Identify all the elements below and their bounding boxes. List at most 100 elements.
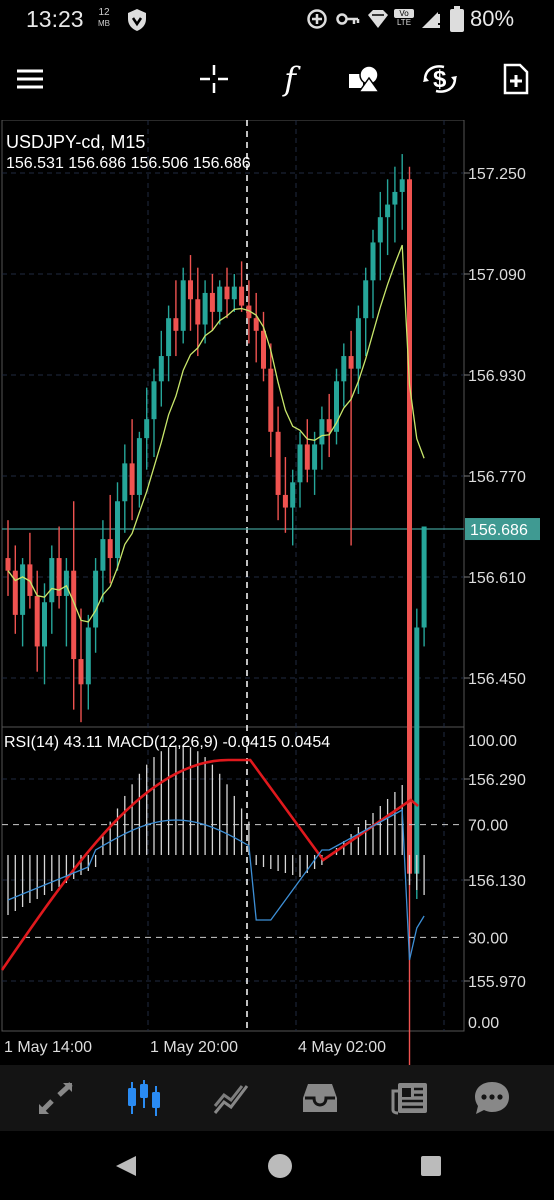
crosshair-icon xyxy=(200,65,228,93)
signal-icon xyxy=(422,12,440,28)
speed-value: 12 xyxy=(98,7,110,18)
chart-symbol-timeframe: USDJPY-cd, M15 xyxy=(6,132,146,152)
macd-signal-line xyxy=(0,758,419,971)
bull-candle xyxy=(20,564,26,615)
new-order-icon xyxy=(503,63,529,95)
indicator-level-label: 30.00 xyxy=(468,930,508,947)
bear-candle xyxy=(107,539,113,559)
objects-button[interactable] xyxy=(334,38,394,120)
time-label: 4 May 02:00 xyxy=(298,1039,386,1056)
price-label: 155.970 xyxy=(468,974,526,991)
price-label: 156.450 xyxy=(468,671,526,688)
new-order-button[interactable] xyxy=(486,38,546,120)
bull-candle xyxy=(217,286,223,312)
nav-quotes[interactable] xyxy=(16,1065,96,1131)
nav-chart[interactable] xyxy=(104,1065,184,1131)
bull-candle xyxy=(115,501,120,559)
bull-candle xyxy=(414,627,420,874)
bear-candle xyxy=(195,299,201,325)
indicators-icon: f xyxy=(284,60,296,98)
bear-candle xyxy=(209,292,215,312)
bull-candle xyxy=(290,482,296,508)
bear-candle xyxy=(239,286,245,306)
bull-candle xyxy=(144,419,150,439)
chart-icon xyxy=(128,1080,160,1116)
svg-text:$: $ xyxy=(433,66,447,93)
bull-candle xyxy=(421,526,427,628)
bull-candle xyxy=(312,444,318,470)
bear-candle xyxy=(188,280,193,300)
bull-candle xyxy=(100,539,106,571)
trade-nav-icon xyxy=(213,1085,249,1114)
price-label: 156.930 xyxy=(468,368,526,385)
price-label: 156.290 xyxy=(468,772,526,789)
bear-candle xyxy=(253,318,259,331)
candlesticks xyxy=(5,154,427,1065)
bull-candle xyxy=(122,463,128,502)
indicator-label: RSI(14) 43.11 MACD(12,26,9) -0.0415 0.04… xyxy=(4,734,331,751)
price-chart[interactable]: 100.00 70.00 30.00 0.00 157.250 157.090 156.9… xyxy=(0,120,554,1065)
data-saver-icon xyxy=(307,9,327,29)
home-icon[interactable] xyxy=(266,1152,294,1180)
bear-candle xyxy=(304,444,310,470)
network-speed: 12 MB xyxy=(98,7,110,29)
trade-icon: $ xyxy=(423,65,457,93)
nav-history[interactable] xyxy=(280,1065,360,1131)
nav-messages[interactable] xyxy=(452,1065,532,1131)
bull-candle xyxy=(63,570,69,596)
bear-candle xyxy=(407,179,412,874)
bull-candle xyxy=(202,292,208,325)
bull-candle xyxy=(49,558,55,603)
bull-candle xyxy=(151,381,157,420)
crosshair-button[interactable] xyxy=(184,38,244,120)
bottom-navigation xyxy=(0,1065,554,1131)
bull-candle xyxy=(385,204,391,218)
wifi-diamond-icon xyxy=(368,10,388,28)
bear-candle xyxy=(326,419,332,432)
indicator-level-label: 100.00 xyxy=(468,733,517,750)
volte-label-top: Vo xyxy=(394,9,414,18)
vpn-shield-icon xyxy=(128,9,146,31)
bull-candle xyxy=(319,419,325,445)
time-label: 1 May 14:00 xyxy=(4,1039,92,1056)
volte-indicator: Vo LTE xyxy=(394,9,414,27)
trade-button[interactable]: $ xyxy=(410,38,470,120)
recents-icon[interactable] xyxy=(420,1155,442,1177)
bear-candle xyxy=(268,368,274,432)
quotes-icon xyxy=(39,1082,73,1114)
status-time: 13:23 xyxy=(26,6,84,32)
bull-candle xyxy=(180,280,186,331)
speed-unit: MB xyxy=(98,19,110,28)
bear-candle xyxy=(261,330,266,369)
bear-candle xyxy=(71,570,77,660)
nav-news[interactable] xyxy=(370,1065,450,1131)
bear-candle xyxy=(34,595,40,647)
news-icon xyxy=(391,1083,427,1115)
bull-candle xyxy=(297,444,303,483)
key-icon xyxy=(336,13,360,25)
back-icon[interactable] xyxy=(114,1154,138,1178)
bull-candle xyxy=(355,318,361,369)
time-label: 1 May 20:00 xyxy=(150,1039,238,1056)
indicator-level-label: 0.00 xyxy=(468,1015,499,1032)
bull-candle xyxy=(42,602,47,647)
system-navigation xyxy=(0,1131,554,1200)
battery-percent: 80% xyxy=(470,6,515,31)
price-axis: 157.250 157.090 156.930 156.770 156.610 156.4… xyxy=(4,166,540,1056)
bull-candle xyxy=(377,217,383,243)
bear-candle xyxy=(348,356,354,369)
indicator-level-label: 70.00 xyxy=(468,818,508,835)
menu-button[interactable] xyxy=(0,38,60,120)
ohlc-values: 156.531 156.686 156.506 156.686 xyxy=(6,155,251,172)
bull-candle xyxy=(341,356,347,382)
volte-label-bottom: LTE xyxy=(396,18,412,27)
bull-candle xyxy=(334,381,339,432)
bear-candle xyxy=(173,318,179,331)
bull-candle xyxy=(231,286,237,300)
bull-candle xyxy=(399,179,405,192)
bull-candle xyxy=(158,356,164,382)
bull-candle xyxy=(136,438,142,495)
indicators-button[interactable]: f xyxy=(260,38,320,120)
nav-trade[interactable] xyxy=(192,1065,272,1131)
bull-candle xyxy=(363,280,369,319)
